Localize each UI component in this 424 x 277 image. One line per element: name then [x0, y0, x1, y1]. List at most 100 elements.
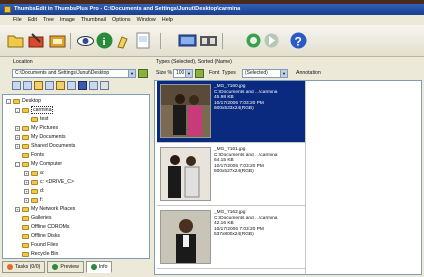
- thumbnail-cell[interactable]: _MG_7162.jpg C:\Documents and ...\carmin…: [157, 207, 305, 269]
- menu-window[interactable]: Window: [137, 17, 156, 23]
- photo-thumbnail[interactable]: [160, 210, 211, 264]
- menu-tree[interactable]: Tree: [43, 17, 54, 23]
- folder-icon: [22, 107, 29, 113]
- thumbnail-cell[interactable]: _MG_7161.jpg C:\Documents and ...\carmin…: [157, 144, 305, 206]
- size-label: Size %: [156, 70, 173, 76]
- menu-options[interactable]: Options: [112, 17, 131, 23]
- tree-node[interactable]: + c: <DRIVE_C>: [24, 178, 74, 186]
- tree-node-label: Shared Documents: [31, 143, 76, 149]
- tab-info[interactable]: Info: [85, 261, 113, 273]
- tree-node[interactable]: Found Files: [15, 241, 58, 249]
- edit-icon[interactable]: [27, 31, 46, 50]
- thumbnail-info: _MG_7160.jpg C:\Documents and ...\carmin…: [214, 84, 278, 112]
- tree-tool-icon[interactable]: [78, 81, 87, 90]
- font-button[interactable]: Font: [209, 70, 219, 76]
- types-header: Types (Selected), Sorted (Name): [156, 59, 232, 65]
- tree-node-label: c: <DRIVE_C>: [40, 179, 75, 185]
- chevron-down-icon[interactable]: ▼: [185, 70, 192, 77]
- photo-thumbnail[interactable]: [160, 147, 211, 201]
- menu-edit[interactable]: Edit: [28, 17, 37, 23]
- size-combo[interactable]: 100 ▼: [173, 69, 193, 78]
- tree-node[interactable]: + My Network Places: [15, 205, 75, 213]
- menu-file[interactable]: File: [13, 17, 22, 23]
- expand-toggle-icon[interactable]: -: [15, 161, 20, 167]
- tab-tasks[interactable]: Tasks (0/0): [2, 261, 46, 273]
- expand-toggle-icon[interactable]: +: [15, 143, 20, 149]
- tree-node[interactable]: + f:: [24, 196, 43, 204]
- monitor-icon[interactable]: [178, 31, 197, 50]
- folder-icon: [13, 98, 20, 104]
- tree-tool-icon[interactable]: [67, 81, 76, 90]
- tree-node[interactable]: + a:: [24, 169, 44, 177]
- tree-node[interactable]: test: [24, 115, 48, 123]
- thumbnail-info: _MG_7161.jpg C:\Documents and ...\carmin…: [214, 147, 278, 175]
- tree-tool-icon[interactable]: [89, 81, 98, 90]
- tree-node[interactable]: + Shared Documents: [15, 142, 75, 150]
- open-folder-icon[interactable]: [6, 31, 25, 50]
- location-combo[interactable]: C:\Documents and Settings\Junut\Desktop …: [12, 69, 136, 78]
- tree-tool-icon[interactable]: [100, 81, 109, 90]
- slideshow-icon[interactable]: [48, 31, 67, 50]
- tab-preview[interactable]: Preview: [47, 261, 84, 273]
- refresh-icon[interactable]: [244, 31, 263, 50]
- expand-toggle-icon[interactable]: +: [24, 197, 29, 203]
- tree-node[interactable]: - Desktop: [6, 97, 41, 105]
- tree-node[interactable]: - carmina: [15, 106, 54, 114]
- expand-toggle-icon[interactable]: +: [24, 188, 29, 194]
- expand-toggle-icon[interactable]: +: [24, 170, 29, 176]
- tree-node[interactable]: + d:: [24, 187, 44, 195]
- filmstrip-icon[interactable]: [199, 31, 218, 50]
- tree-node[interactable]: + My Documents: [15, 133, 66, 141]
- info-tab-icon: [90, 264, 97, 270]
- tree-tool-icon[interactable]: [45, 81, 54, 90]
- info-icon[interactable]: i: [95, 31, 114, 50]
- folder-icon: [22, 224, 29, 230]
- go-button[interactable]: [138, 69, 148, 78]
- tree-tool-icon[interactable]: [34, 81, 43, 90]
- photo-thumbnail[interactable]: [160, 84, 211, 138]
- types-combo[interactable]: (Selected) ▼: [242, 69, 288, 78]
- tree-tool-icon[interactable]: [56, 81, 65, 90]
- expand-toggle-icon[interactable]: -: [15, 107, 20, 113]
- tree-tool-icon[interactable]: [12, 81, 21, 90]
- folder-icon: [22, 134, 29, 140]
- thumbnail-grid[interactable]: _MG_7160.jpg C:\Documents and ...\carmin…: [154, 80, 422, 275]
- tree-node-label: Offline CDROMs: [31, 224, 70, 230]
- paint-icon[interactable]: [114, 31, 133, 50]
- chevron-down-icon[interactable]: ▼: [280, 70, 287, 77]
- column-divider: [305, 81, 306, 274]
- menu-bar: File Edit Tree Image Thumbnail Options W…: [0, 15, 424, 25]
- tree-node[interactable]: Fonts: [15, 151, 44, 159]
- expand-toggle-icon[interactable]: +: [15, 125, 20, 131]
- folder-icon: [31, 188, 38, 194]
- tree-node[interactable]: Offline Disks: [15, 232, 60, 240]
- expand-toggle-icon[interactable]: +: [15, 206, 20, 212]
- annotation-label: Annotation: [296, 70, 321, 76]
- tree-node[interactable]: - My Computer: [15, 160, 62, 168]
- menu-help[interactable]: Help: [162, 17, 173, 23]
- chevron-down-icon[interactable]: ▼: [128, 70, 135, 77]
- forward-icon[interactable]: [262, 31, 281, 50]
- expand-toggle-icon[interactable]: -: [6, 98, 11, 104]
- tree-node-label: Fonts: [31, 152, 44, 158]
- help-icon[interactable]: ?: [289, 31, 308, 50]
- folder-icon: [22, 152, 29, 158]
- tree-node[interactable]: Galleries: [15, 214, 51, 222]
- tree-node-label: My Computer: [31, 161, 63, 167]
- tree-node[interactable]: + My Pictures: [15, 124, 58, 132]
- thumbnail-cell[interactable]: _MG_7160.jpg C:\Documents and ...\carmin…: [157, 81, 305, 143]
- eye-icon[interactable]: [76, 31, 95, 50]
- expand-toggle-icon[interactable]: +: [24, 179, 29, 185]
- folder-icon: [22, 233, 29, 239]
- folder-tree[interactable]: - Desktop - carmina test + My Pictures + My Docu…: [2, 94, 150, 259]
- tree-node[interactable]: Recycle Bin: [15, 250, 58, 258]
- tree-node[interactable]: Offline CDROMs: [15, 223, 70, 231]
- page-icon[interactable]: [133, 31, 152, 50]
- toolbar: i ?: [0, 25, 424, 57]
- menu-image[interactable]: Image: [60, 17, 75, 23]
- size-apply-button[interactable]: [195, 69, 204, 78]
- expand-toggle-icon[interactable]: +: [15, 134, 20, 140]
- folder-icon: [22, 125, 29, 131]
- tree-tool-icon[interactable]: [23, 81, 32, 90]
- menu-thumbnail[interactable]: Thumbnail: [81, 17, 106, 23]
